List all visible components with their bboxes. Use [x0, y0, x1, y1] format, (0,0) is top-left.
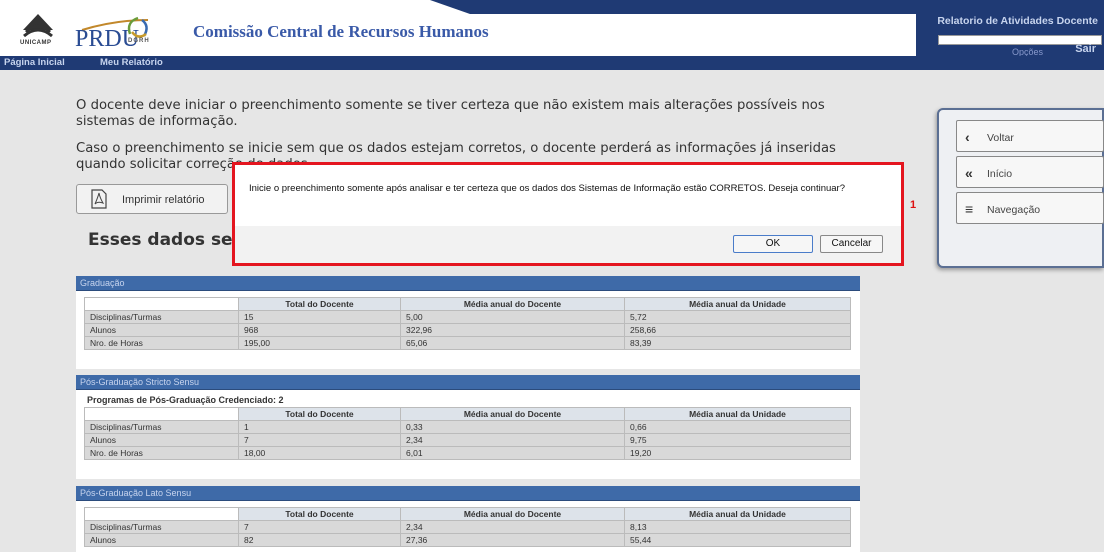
table-cell: Alunos	[84, 533, 239, 547]
table-cell: 83,39	[624, 336, 851, 350]
print-report-button[interactable]: Imprimir relatório	[76, 184, 228, 214]
confirm-dialog-footer: OK Cancelar	[235, 226, 901, 263]
table-header-row: Total do Docente Média anual do Docente …	[84, 507, 851, 521]
table-cell: 2,34	[400, 520, 625, 534]
header-right-panel: Relatorio de Atividades Docente Opções S…	[916, 12, 1104, 57]
table-cell: 5,72	[624, 310, 851, 324]
table-row: Disciplinas/Turmas 1 0,33 0,66	[84, 420, 851, 434]
table-cell: 8,13	[624, 520, 851, 534]
table-header-cell: Média anual do Docente	[400, 407, 625, 421]
menu-icon: ≡	[965, 201, 974, 217]
table-cell: 15	[238, 310, 401, 324]
table-cell: Disciplinas/Turmas	[84, 520, 239, 534]
navigation-button[interactable]: ≡ Navegação	[956, 192, 1104, 224]
table-cell: 27,36	[400, 533, 625, 547]
graduacao-table: Total do Docente Média anual do Docente …	[84, 297, 851, 350]
unicamp-logo-text: UNICAMP	[20, 40, 52, 46]
chevron-left-icon: ‹	[965, 129, 970, 145]
table-row: Alunos 7 2,34 9,75	[84, 433, 851, 447]
system-title: Relatorio de Atividades Docente	[937, 15, 1098, 27]
warning-paragraph-1: O docente deve iniciar o preenchimento s…	[76, 98, 825, 129]
table-cell: 18,00	[238, 446, 401, 460]
table-cell: 968	[238, 323, 401, 337]
table-cell: 65,06	[400, 336, 625, 350]
table-header-cell: Média anual da Unidade	[624, 507, 851, 521]
table-cell: 322,96	[400, 323, 625, 337]
nav-bar: Página Inicial Meu Relatório	[0, 56, 1104, 70]
table-row: Nro. de Horas 18,00 6,01 19,20	[84, 446, 851, 460]
annotation-marker: 1	[910, 199, 917, 211]
nav-report-link[interactable]: Meu Relatório	[100, 57, 163, 68]
table-row: Disciplinas/Turmas 15 5,00 5,72	[84, 310, 851, 324]
back-button[interactable]: ‹ Voltar	[956, 120, 1104, 152]
graduacao-section: Graduação Total do Docente Média anual d…	[76, 276, 860, 369]
table-cell: 195,00	[238, 336, 401, 350]
table-cell: 7	[238, 520, 401, 534]
table-cell: Nro. de Horas	[84, 446, 239, 460]
table-header-cell: Média anual do Docente	[400, 507, 625, 521]
back-button-label: Voltar	[987, 132, 1014, 144]
confirm-dialog: Inicie o preenchimento somente após anal…	[232, 162, 904, 266]
table-header-row: Total do Docente Média anual do Docente …	[84, 407, 851, 421]
lato-section-title: Pós-Graduação Lato Sensu	[76, 486, 860, 501]
table-cell: 1	[238, 420, 401, 434]
stricto-section: Pós-Graduação Stricto Sensu Programas de…	[76, 375, 860, 479]
table-cell: 82	[238, 533, 401, 547]
table-cell: 0,33	[400, 420, 625, 434]
ok-button[interactable]: OK	[733, 235, 813, 253]
table-row: Alunos 82 27,36 55,44	[84, 533, 851, 547]
table-cell: Nro. de Horas	[84, 336, 239, 350]
start-button[interactable]: « Início	[956, 156, 1104, 188]
table-cell: 9,75	[624, 433, 851, 447]
table-cell: Alunos	[84, 323, 239, 337]
header: UNICAMP PRDU DGRH Comissão Central de Re…	[0, 0, 1104, 57]
table-row: Alunos 968 322,96 258,66	[84, 323, 851, 337]
table-cell: Alunos	[84, 433, 239, 447]
table-cell: 0,66	[624, 420, 851, 434]
stricto-table: Total do Docente Média anual do Docente …	[84, 407, 851, 460]
table-row: Nro. de Horas 195,00 65,06 83,39	[84, 336, 851, 350]
table-header-cell	[84, 507, 239, 521]
side-nav-panel: ‹ Voltar « Início ≡ Navegação	[937, 108, 1104, 268]
table-header-cell: Média anual da Unidade	[624, 297, 851, 311]
table-header-cell	[84, 297, 239, 311]
logout-link[interactable]: Sair	[1075, 43, 1096, 55]
table-header-cell: Total do Docente	[238, 507, 401, 521]
table-cell: 7	[238, 433, 401, 447]
confirm-message: Inicie o preenchimento somente após anal…	[249, 183, 846, 194]
table-cell: 6,01	[400, 446, 625, 460]
table-header-cell: Total do Docente	[238, 297, 401, 311]
header-title: Comissão Central de Recursos Humanos	[193, 22, 489, 41]
table-cell: 2,34	[400, 433, 625, 447]
lato-table: Total do Docente Média anual do Docente …	[84, 507, 851, 547]
nav-home-link[interactable]: Página Inicial	[4, 57, 65, 68]
dgrh-logo-text: DGRH	[128, 38, 150, 44]
table-row: Disciplinas/Turmas 7 2,34 8,13	[84, 520, 851, 534]
print-report-label: Imprimir relatório	[122, 194, 205, 206]
programs-label: Programas de Pós-Graduação Credenciado: …	[87, 395, 284, 405]
table-cell: Disciplinas/Turmas	[84, 310, 239, 324]
table-cell: 19,20	[624, 446, 851, 460]
navigation-button-label: Navegação	[987, 204, 1041, 216]
pdf-icon	[91, 189, 107, 209]
cancel-button[interactable]: Cancelar	[820, 235, 883, 253]
table-header-cell: Total do Docente	[238, 407, 401, 421]
table-cell: 258,66	[624, 323, 851, 337]
start-button-label: Início	[987, 168, 1013, 180]
table-header-row: Total do Docente Média anual do Docente …	[84, 297, 851, 311]
table-header-cell	[84, 407, 239, 421]
table-header-cell: Média anual da Unidade	[624, 407, 851, 421]
double-chevron-left-icon: «	[965, 165, 973, 181]
table-cell: 55,44	[624, 533, 851, 547]
stricto-section-title: Pós-Graduação Stricto Sensu	[76, 375, 860, 390]
lato-section: Pós-Graduação Lato Sensu Total do Docent…	[76, 486, 860, 552]
table-cell: Disciplinas/Turmas	[84, 420, 239, 434]
table-header-cell: Média anual do Docente	[400, 297, 625, 311]
graduacao-section-title: Graduação	[76, 276, 860, 291]
table-cell: 5,00	[400, 310, 625, 324]
